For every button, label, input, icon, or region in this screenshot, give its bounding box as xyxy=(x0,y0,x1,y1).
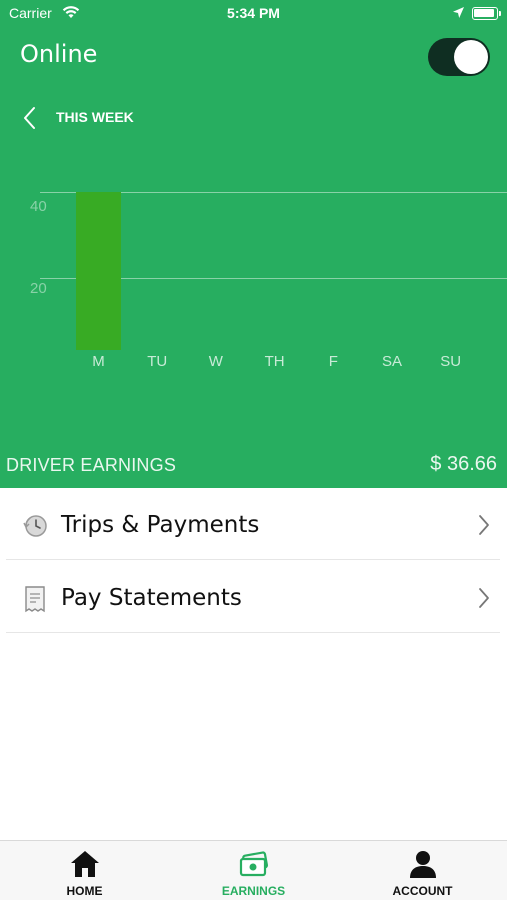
online-status-label: Online xyxy=(20,40,98,68)
person-icon xyxy=(338,849,507,881)
tab-label: ACCOUNT xyxy=(392,884,453,898)
x-tick-label: SU xyxy=(440,353,462,370)
x-tick-label: TU xyxy=(147,353,168,370)
status-bar: Carrier 5:34 PM xyxy=(0,0,507,28)
trips-payments-row[interactable]: Trips & Payments xyxy=(6,488,500,560)
y-tick-label: 40 xyxy=(30,198,47,215)
earnings-bar xyxy=(76,192,121,350)
history-icon xyxy=(22,512,48,540)
driver-earnings-value: $ 36.66 xyxy=(430,453,497,475)
tab-label: EARNINGS xyxy=(221,884,286,898)
home-icon xyxy=(0,849,169,881)
tab-home[interactable]: HOME xyxy=(0,841,169,900)
toggle-knob xyxy=(454,40,488,74)
chevron-right-icon xyxy=(478,587,490,613)
week-label: THIS WEEK xyxy=(56,109,134,125)
pay-statements-row[interactable]: Pay Statements xyxy=(6,561,500,633)
tab-earnings[interactable]: EARNINGS xyxy=(169,841,338,900)
money-icon xyxy=(169,849,338,881)
chevron-right-icon xyxy=(478,514,490,540)
online-toggle[interactable] xyxy=(428,38,490,76)
x-tick-label: M xyxy=(92,353,105,370)
x-tick-label: SA xyxy=(381,353,402,370)
location-arrow-icon xyxy=(452,6,465,23)
menu-item-label: Pay Statements xyxy=(61,585,242,611)
receipt-icon xyxy=(22,585,48,613)
tab-bar: HOME EARNINGS ACCOUNT xyxy=(0,840,507,900)
x-tick-label: TH xyxy=(264,353,285,370)
clock-label: 5:34 PM xyxy=(227,5,280,21)
y-tick-label: 20 xyxy=(30,280,47,297)
driver-earnings-label: DRIVER EARNINGS xyxy=(6,455,177,475)
menu-item-label: Trips & Payments xyxy=(61,512,260,538)
weekly-earnings-chart: 40 20 M TU W TH F SA SU xyxy=(0,150,507,380)
battery-icon xyxy=(472,7,501,20)
earnings-header: Carrier 5:34 PM Online THIS WEEK 40 20 M… xyxy=(0,0,507,488)
x-tick-label: W xyxy=(208,353,223,370)
tab-label: HOME xyxy=(66,884,103,898)
chevron-left-icon[interactable] xyxy=(22,106,36,134)
tab-account[interactable]: ACCOUNT xyxy=(338,841,507,900)
x-tick-label: F xyxy=(328,353,338,370)
